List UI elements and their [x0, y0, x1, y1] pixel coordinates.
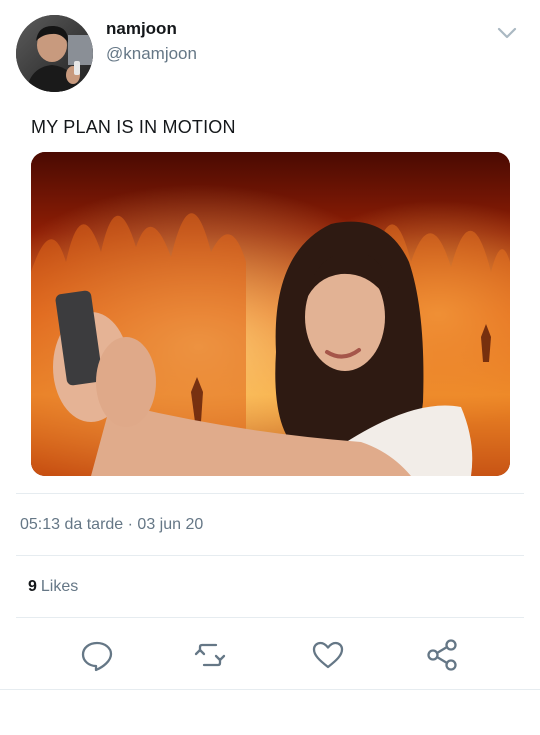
tweet-timestamp: 05:13 da tarde · 03 jun 20	[20, 516, 204, 533]
divider	[0, 689, 540, 690]
user-handle[interactable]: @knamjoon	[106, 44, 197, 64]
divider	[16, 493, 524, 494]
tweet-detail: namjoon @knamjoon MY PLAN IS IN MOTION 0…	[0, 0, 540, 735]
divider	[16, 617, 524, 618]
chevron-down-icon[interactable]	[496, 22, 518, 44]
reply-icon[interactable]	[79, 637, 115, 673]
avatar[interactable]	[16, 15, 93, 92]
tweet-action-bar	[0, 637, 540, 673]
tweet-media-image[interactable]	[31, 152, 510, 476]
likes-count: 9	[28, 578, 37, 595]
divider	[16, 555, 524, 556]
likes-count-link[interactable]: 9 Likes	[28, 578, 78, 596]
likes-label: Likes	[40, 578, 79, 595]
retweet-icon[interactable]	[192, 637, 228, 673]
heart-icon[interactable]	[310, 637, 346, 673]
share-icon[interactable]	[424, 637, 460, 673]
tweet-text: MY PLAN IS IN MOTION	[31, 117, 236, 137]
display-name[interactable]: namjoon	[106, 19, 177, 39]
avatar-image	[16, 15, 93, 92]
